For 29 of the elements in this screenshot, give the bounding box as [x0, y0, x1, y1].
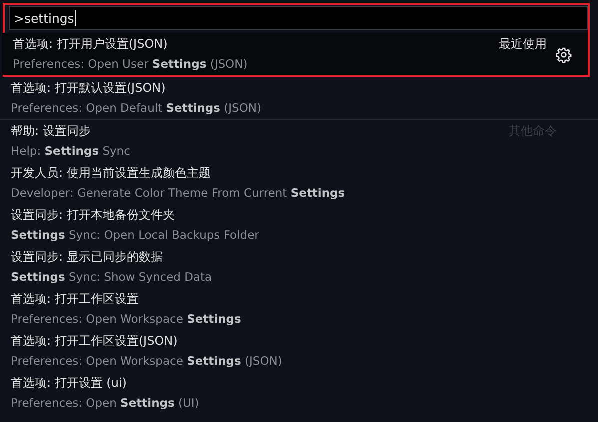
command-description: Settings Sync: Show Synced Data — [11, 269, 212, 286]
command-description: Preferences: Open Settings (UI) — [11, 395, 200, 412]
command-item[interactable]: 首选项: 打开用户设置(JSON) Preferences: Open User Settings (JSON) 最近使用 — [2, 33, 588, 75]
command-item[interactable]: 首选项: 打开默认设置(JSON) Preferences: Open Default Settings (JSON) — [0, 77, 598, 119]
command-title: 设置同步: 打开本地备份文件夹 — [11, 207, 175, 224]
command-description: Preferences: Open User Settings (JSON) — [13, 56, 248, 73]
settings-icon[interactable] — [556, 47, 572, 63]
command-item[interactable]: 开发人员: 使用当前设置生成颜色主题 Developer: Generate Color Theme From Current Settings — [0, 162, 598, 204]
group-label: 最近使用 — [499, 36, 547, 53]
command-title: 开发人员: 使用当前设置生成颜色主题 — [11, 165, 211, 182]
command-description: Preferences: Open Default Settings (JSON) — [11, 100, 262, 117]
command-item[interactable]: 首选项: 打开设置 (ui) Preferences: Open Settings (UI) — [0, 372, 598, 414]
command-description: Settings Sync: Open Local Backups Folder — [11, 227, 260, 244]
command-item[interactable]: 设置同步: 打开本地备份文件夹 Settings Sync: Open Local Backups Folder — [0, 204, 598, 246]
command-title: 首选项: 打开用户设置(JSON) — [13, 36, 168, 53]
command-title: 帮助: 设置同步 — [11, 123, 91, 140]
command-input-field[interactable]: >settings — [9, 6, 588, 30]
command-title: 首选项: 打开设置 (ui) — [11, 375, 127, 392]
command-description: Preferences: Open Workspace Settings — [11, 311, 242, 328]
command-description: Help: Settings Sync — [11, 143, 130, 160]
command-description: Developer: Generate Color Theme From Current Settings — [11, 185, 346, 202]
command-title: 首选项: 打开工作区设置 — [11, 291, 139, 308]
command-item[interactable]: 首选项: 打开工作区设置(JSON) Preferences: Open Workspace Settings (JSON) — [0, 330, 598, 372]
command-title: 首选项: 打开工作区设置(JSON) — [11, 333, 178, 350]
command-item[interactable]: 设置同步: 显示已同步的数据 Settings Sync: Show Synced Data — [0, 246, 598, 288]
command-item[interactable]: 首选项: 打开工作区设置 Preferences: Open Workspace Settings — [0, 288, 598, 330]
command-title: 设置同步: 显示已同步的数据 — [11, 249, 163, 266]
command-description: Preferences: Open Workspace Settings (JSON) — [11, 353, 282, 370]
command-title: 首选项: 打开默认设置(JSON) — [11, 80, 166, 97]
